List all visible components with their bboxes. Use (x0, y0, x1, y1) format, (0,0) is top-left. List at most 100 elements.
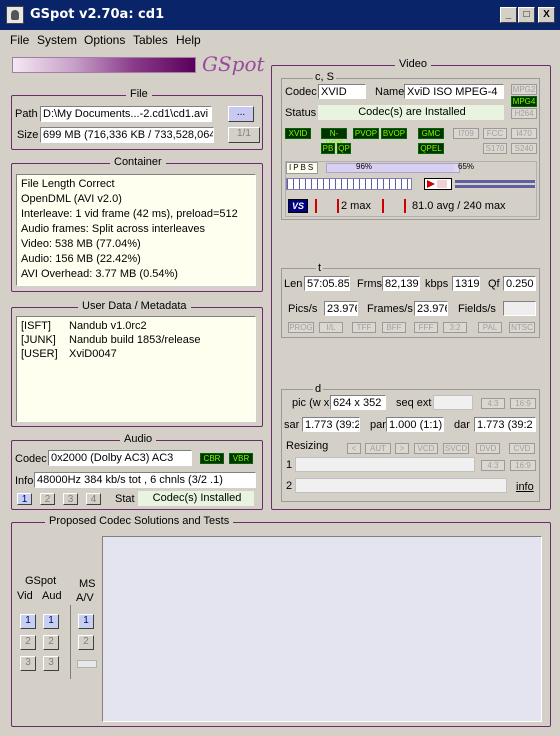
gspot-col-label: GSpot (25, 575, 57, 587)
userdata-tags: [ISFT] [JUNK] [USER] (21, 320, 58, 360)
ratio-button[interactable]: 1/1 (228, 127, 260, 143)
vcd-chip: VCD (414, 443, 438, 454)
audio-info-label: Info (15, 475, 34, 487)
pct-65-label: 65% (458, 162, 475, 171)
fcc-flag: FCC (483, 128, 507, 139)
audio-track-1[interactable]: 1 (17, 493, 32, 505)
menu-tables[interactable]: Tables (133, 33, 168, 47)
size-field: 699 MB (716,336 KB / 733,528,064 (40, 127, 214, 143)
timing-label: t (316, 262, 324, 274)
tff-flag: TFF (352, 322, 376, 333)
gspot-aud-1[interactable]: 1 (43, 614, 59, 629)
close-button[interactable]: X (538, 7, 555, 23)
vid-col-label: Vid (17, 590, 33, 602)
i709-flag: I709 (453, 128, 479, 139)
seq-ext-label: seq ext (396, 397, 432, 409)
file-group-label: File (126, 88, 152, 100)
video-status-field: Codec(s) are Installed (318, 105, 504, 120)
maximize-button[interactable]: □ (518, 7, 535, 23)
path-label: Path (15, 108, 38, 120)
menu-system[interactable]: System (37, 33, 77, 47)
menu-file[interactable]: File (10, 33, 29, 47)
frames-field: 23.976 (414, 301, 448, 316)
s170-flag: S170 (483, 143, 507, 154)
browse-button[interactable]: ... (228, 106, 254, 122)
resize-prev-button[interactable]: < (347, 443, 361, 454)
mpg4-indicator: MPG4 (511, 96, 537, 107)
resizing-label: Resizing (286, 440, 329, 452)
info-link[interactable]: info (516, 481, 534, 493)
av-col-label: A/V (76, 592, 94, 604)
audio-track-4[interactable]: 4 (86, 493, 101, 505)
ms-col-label: MS (79, 578, 96, 590)
gspot-vid-2[interactable]: 2 (20, 635, 36, 650)
s240-flag: S240 (511, 143, 537, 154)
aud-col-label: Aud (42, 590, 62, 602)
pic-field: 624 x 352 (330, 395, 386, 410)
audio-info-field: 48000Hz 384 kb/s tot , 6 chnls (3/2 .1) (34, 472, 256, 488)
ms-av-2[interactable]: 2 (78, 635, 94, 650)
audio-group: Audio Codec 0x2000 (Dolby AC3) AC3 CBR V… (11, 433, 263, 510)
resize-row-2-label: 2 (286, 480, 293, 492)
pal-flag: PAL (478, 322, 502, 333)
menu-help[interactable]: Help (176, 33, 201, 47)
video-group: Video c, S Codec XVID Name XviD ISO MPEG… (271, 58, 551, 510)
proposed-group: Proposed Codec Solutions and Tests GSpot… (11, 515, 551, 727)
resize-next-button[interactable]: > (395, 443, 409, 454)
len-field: 57:05.85 (304, 276, 350, 291)
video-codec-label: Codec (285, 86, 317, 98)
qpel-flag: QPEL (418, 143, 444, 154)
kbps-label: kbps (425, 278, 449, 290)
h264-indicator: H264 (511, 108, 537, 119)
gspot-aud-2[interactable]: 2 (43, 635, 59, 650)
nvop-flag: N-VOP (321, 128, 347, 148)
ar-169-chip: 16:9 (510, 398, 536, 409)
cbr-indicator: CBR (200, 453, 224, 464)
fields-field (503, 301, 536, 316)
len-label: Len (284, 278, 303, 290)
b-frame-marker (315, 199, 339, 213)
bvop-flag: BVOP (381, 128, 407, 139)
video-status-label: Status (285, 107, 317, 119)
dims-label: d (313, 383, 324, 395)
xvid-flag: XVID (285, 128, 311, 139)
ms-av-1[interactable]: 1 (78, 614, 94, 629)
audio-track-3[interactable]: 3 (63, 493, 78, 505)
resize-auto-button[interactable]: AUT (365, 443, 391, 454)
audio-stat-field: Codec(s) Installed (138, 491, 254, 506)
audio-stat-label: Stat (115, 493, 135, 505)
cs-label: c, S (313, 71, 336, 83)
app-icon (6, 6, 24, 24)
resize-row-1-field (295, 457, 475, 472)
gmc-flag: GMC (418, 128, 444, 139)
resize-169-chip: 16:9 (510, 460, 536, 471)
pics-field: 23.976 (324, 301, 358, 316)
bitrate-line-1 (455, 180, 535, 183)
par-label: par (370, 419, 386, 431)
audio-track-2[interactable]: 2 (40, 493, 55, 505)
gspot-vid-1[interactable]: 1 (20, 614, 36, 629)
video-name-label: Name (375, 86, 405, 98)
sar-label: sar (284, 419, 300, 431)
container-group: Container File Length Correct OpenDML (A… (11, 156, 263, 292)
resize-row-1-label: 1 (286, 459, 293, 471)
window-title: GSpot v2.70a: cd1 (30, 7, 165, 22)
fields-label: Fields/s (458, 303, 496, 315)
bar-96 (326, 163, 460, 173)
gspot-aud-3[interactable]: 3 (43, 656, 59, 671)
menu-options[interactable]: Options (84, 33, 125, 47)
frames-label: Frames/s (367, 303, 413, 315)
ar-43-chip: 4:3 (481, 398, 505, 409)
qf-field: 0.250 (503, 276, 536, 291)
path-field[interactable]: D:\My Documents...-2.cd1\cd1.avi (40, 106, 212, 122)
pct-96-label: 96% (356, 162, 373, 171)
gspot-vid-3[interactable]: 3 (20, 656, 36, 671)
minimize-button[interactable]: _ (500, 7, 517, 23)
b-max-text: 2 max (341, 200, 371, 212)
il-flag: I/L (319, 322, 343, 333)
resize-row-2-field (295, 478, 507, 493)
32-flag: 3:2 (443, 322, 467, 333)
pvop-flag: PVOP (353, 128, 379, 139)
qf-label: Qf (488, 278, 500, 290)
userdata-group-label: User Data / Metadata (78, 300, 191, 312)
